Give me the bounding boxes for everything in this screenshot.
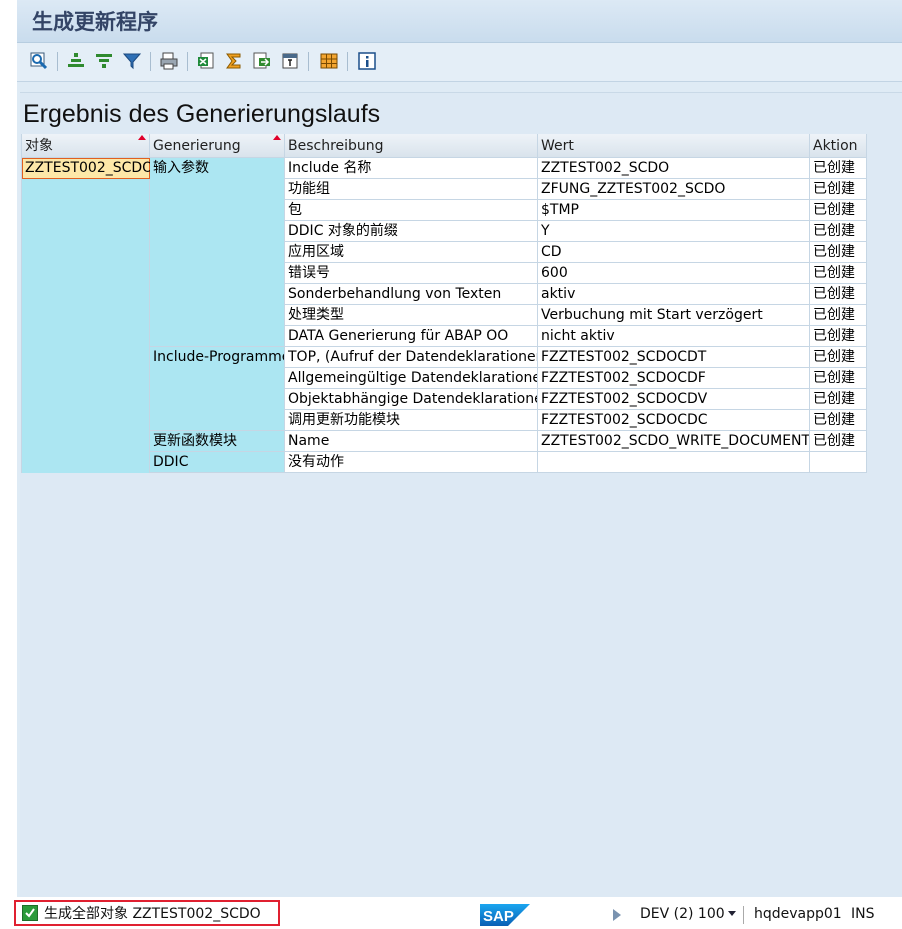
table-row[interactable]: 功能组 ZFUNG_ZZTEST002_SCDO 已创建 bbox=[285, 179, 867, 200]
table-row[interactable]: 错误号 600 已创建 bbox=[285, 263, 867, 284]
column-header-object[interactable]: 对象 bbox=[22, 134, 150, 158]
result-panel: Ergebnis des Generierungslaufs 对象 Generi… bbox=[20, 92, 902, 898]
status-divider bbox=[743, 906, 744, 924]
group-cell-update-fm[interactable]: 更新函数模块 bbox=[150, 431, 285, 452]
chevron-down-icon[interactable] bbox=[728, 911, 736, 916]
table-row[interactable]: 处理类型 Verbuchung mit Start verzögert 已创建 bbox=[285, 305, 867, 326]
table-row[interactable]: Name ZZTEST002_SCDO_WRITE_DOCUMENT 已创建 bbox=[285, 431, 867, 452]
table-row[interactable]: Sonderbehandlung von Texten aktiv 已创建 bbox=[285, 284, 867, 305]
status-bar: 生成全部对象 ZZTEST002_SCDO SAP DEV (2) 100 hq… bbox=[0, 897, 902, 929]
toolbar-separator bbox=[187, 52, 188, 71]
group-cell-ddic[interactable]: DDIC bbox=[150, 452, 285, 473]
details-icon[interactable] bbox=[29, 51, 49, 71]
grid-body: ZZTEST002_SCDO 输入参数 Include-Programme 更新… bbox=[22, 158, 867, 473]
object-cell: ZZTEST002_SCDO bbox=[22, 158, 153, 473]
sum-icon[interactable] bbox=[224, 51, 244, 71]
toolbar-separator bbox=[347, 52, 348, 71]
print-icon[interactable] bbox=[159, 51, 179, 71]
subtotal-icon[interactable] bbox=[252, 51, 272, 71]
svg-text:SAP: SAP bbox=[483, 908, 514, 925]
page-heading: Ergebnis des Generierungslaufs bbox=[23, 100, 381, 128]
system-info[interactable]: DEV (2) 100 bbox=[640, 906, 725, 922]
toolbar-separator bbox=[308, 52, 309, 71]
detail-rows: Include 名称 ZZTEST002_SCDO 已创建 功能组 ZFUNG_… bbox=[285, 158, 867, 473]
expand-system-info-icon[interactable] bbox=[613, 909, 621, 921]
toolbar-separator bbox=[57, 52, 58, 71]
input-mode[interactable]: INS bbox=[851, 906, 875, 922]
result-grid: 对象 Generierung Beschreibung Wert Aktion … bbox=[21, 134, 867, 473]
info-icon[interactable] bbox=[357, 51, 377, 71]
export-spreadsheet-icon[interactable] bbox=[196, 51, 216, 71]
table-row[interactable]: DATA Generierung für ABAP OO nicht aktiv… bbox=[285, 326, 867, 347]
application-toolbar bbox=[17, 43, 902, 82]
group-cell-include-programs[interactable]: Include-Programme bbox=[150, 347, 285, 431]
sort-indicator-icon bbox=[138, 135, 146, 140]
table-row[interactable]: TOP, (Aufruf der Datendeklarationen) FZZ… bbox=[285, 347, 867, 368]
server-name: hqdevapp01 bbox=[754, 906, 842, 922]
grid-header: 对象 Generierung Beschreibung Wert Aktion bbox=[22, 134, 867, 158]
status-message-text: 生成全部对象 ZZTEST002_SCDO bbox=[44, 906, 261, 922]
table-row[interactable]: 调用更新功能模块 FZZTEST002_SCDOCDC 已创建 bbox=[285, 410, 867, 431]
toolbar-separator bbox=[150, 52, 151, 71]
success-check-icon bbox=[22, 905, 38, 921]
group-cell-input-params[interactable]: 输入参数 bbox=[150, 158, 285, 347]
table-row[interactable]: 包 $TMP 已创建 bbox=[285, 200, 867, 221]
table-row[interactable]: Objektabhängige Datendeklarationen FZZTE… bbox=[285, 389, 867, 410]
sort-ascending-icon[interactable] bbox=[66, 51, 86, 71]
column-header-description[interactable]: Beschreibung bbox=[285, 134, 538, 158]
window-title: 生成更新程序 bbox=[32, 9, 158, 34]
table-row[interactable]: DDIC 对象的前缀 Y 已创建 bbox=[285, 221, 867, 242]
table-row[interactable]: Include 名称 ZZTEST002_SCDO 已创建 bbox=[285, 158, 867, 179]
filter-icon[interactable] bbox=[122, 51, 142, 71]
table-row[interactable]: 没有动作 bbox=[285, 452, 867, 473]
sap-window: 生成更新程序 Ergebnis des Generierungslaufs 对象… bbox=[17, 0, 902, 898]
title-bar: 生成更新程序 bbox=[17, 0, 902, 43]
selected-object-cell[interactable]: ZZTEST002_SCDO bbox=[22, 158, 153, 179]
layout-grid-icon[interactable] bbox=[319, 51, 339, 71]
column-header-value[interactable]: Wert bbox=[538, 134, 810, 158]
column-header-action[interactable]: Aktion bbox=[810, 134, 867, 158]
sort-descending-icon[interactable] bbox=[94, 51, 114, 71]
table-row[interactable]: Allgemeingültige Datendeklarationen FZZT… bbox=[285, 368, 867, 389]
sort-indicator-icon bbox=[273, 135, 281, 140]
status-message[interactable]: 生成全部对象 ZZTEST002_SCDO bbox=[14, 900, 280, 926]
sap-logo-icon: SAP bbox=[480, 904, 530, 926]
local-file-icon[interactable] bbox=[280, 51, 300, 71]
column-header-generation[interactable]: Generierung bbox=[150, 134, 285, 158]
table-row[interactable]: 应用区域 CD 已创建 bbox=[285, 242, 867, 263]
